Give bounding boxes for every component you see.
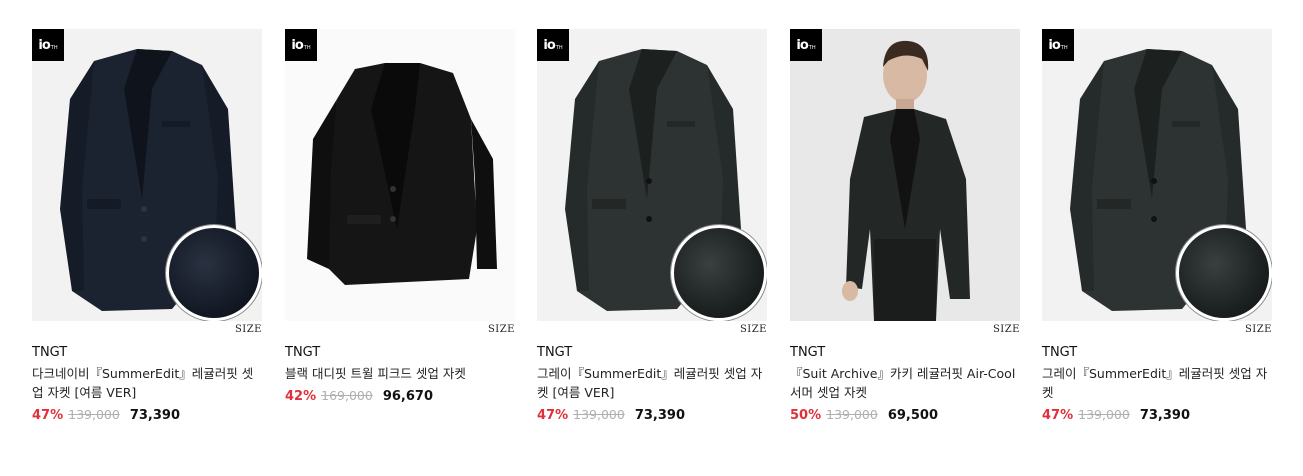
price-row: 47% 139,000 73,390 [537, 406, 767, 425]
jacket-product-image [307, 63, 497, 285]
product-brand[interactable]: TNGT [285, 344, 515, 362]
product-card[interactable]: io TH SIZE TNGT 블랙 대디핏 트윌 피크드 셋업 자켓 42% 1… [285, 29, 515, 406]
price-row: 42% 169,000 96,670 [285, 387, 515, 406]
size-button[interactable]: SIZE [488, 324, 515, 335]
product-thumbnail[interactable]: io TH [285, 29, 515, 321]
product-title[interactable]: 그레이『SummerEdit』레귤러핏 셋업 자켓 [여름 VER] [537, 364, 767, 402]
product-thumbnail[interactable]: io TH [537, 29, 767, 321]
sale-price: 69,500 [887, 408, 938, 423]
brand-badge-icon: io TH [790, 29, 822, 61]
product-card[interactable]: io TH SIZE TNGT 그레이『SummerEdit』레귤러핏 셋업 자켓… [1042, 29, 1272, 425]
product-brand[interactable]: TNGT [1042, 344, 1272, 362]
price-row: 47% 139,000 73,390 [1042, 406, 1272, 425]
original-price: 139,000 [68, 407, 120, 422]
brand-badge-icon: io TH [1042, 29, 1074, 61]
discount-rate: 47% [32, 408, 64, 423]
product-card[interactable]: io TH SIZE TNGT 『Suit Archive』카키 레귤러핏 Air… [790, 29, 1020, 425]
price-row: 50% 139,000 69,500 [790, 406, 1020, 425]
size-button[interactable]: SIZE [740, 324, 767, 335]
product-brand[interactable]: TNGT [32, 344, 262, 362]
original-price: 139,000 [1078, 407, 1130, 422]
brand-badge-icon: io TH [32, 29, 64, 61]
fabric-swatch [1176, 225, 1272, 321]
product-card[interactable]: io TH SIZE TNGT 그레이『SummerEdit』레귤러핏 셋업 자켓… [537, 29, 767, 425]
original-price: 139,000 [826, 407, 878, 422]
product-thumbnail[interactable]: io TH [1042, 29, 1272, 321]
product-card[interactable]: io TH SIZE TNGT 다크네이비『SummerEdit』레귤러핏 셋업 … [32, 29, 262, 425]
sale-price: 73,390 [1139, 408, 1190, 423]
discount-rate: 47% [1042, 408, 1074, 423]
product-title[interactable]: 그레이『SummerEdit』레귤러핏 셋업 자켓 [1042, 364, 1272, 402]
discount-rate: 50% [790, 408, 822, 423]
discount-rate: 42% [285, 389, 317, 404]
sale-price: 96,670 [382, 389, 433, 404]
size-button[interactable]: SIZE [235, 324, 262, 335]
discount-rate: 47% [537, 408, 569, 423]
product-title[interactable]: 『Suit Archive』카키 레귤러핏 Air-Cool 서머 셋업 자켓 [790, 364, 1020, 402]
product-thumbnail[interactable]: io TH [32, 29, 262, 321]
size-button[interactable]: SIZE [1245, 324, 1272, 335]
original-price: 139,000 [573, 407, 625, 422]
brand-badge-icon: io TH [285, 29, 317, 61]
product-title[interactable]: 다크네이비『SummerEdit』레귤러핏 셋업 자켓 [여름 VER] [32, 364, 262, 402]
sale-price: 73,390 [634, 408, 685, 423]
model-wearing-jacket-image [842, 40, 970, 321]
fabric-swatch [166, 225, 262, 321]
product-brand[interactable]: TNGT [790, 344, 1020, 362]
size-button[interactable]: SIZE [993, 324, 1020, 335]
product-thumbnail[interactable]: io TH [790, 29, 1020, 321]
fabric-swatch [671, 225, 767, 321]
price-row: 47% 139,000 73,390 [32, 406, 262, 425]
product-title[interactable]: 블랙 대디핏 트윌 피크드 셋업 자켓 [285, 364, 515, 383]
original-price: 169,000 [321, 388, 373, 403]
brand-badge-icon: io TH [537, 29, 569, 61]
product-brand[interactable]: TNGT [537, 344, 767, 362]
sale-price: 73,390 [129, 408, 180, 423]
